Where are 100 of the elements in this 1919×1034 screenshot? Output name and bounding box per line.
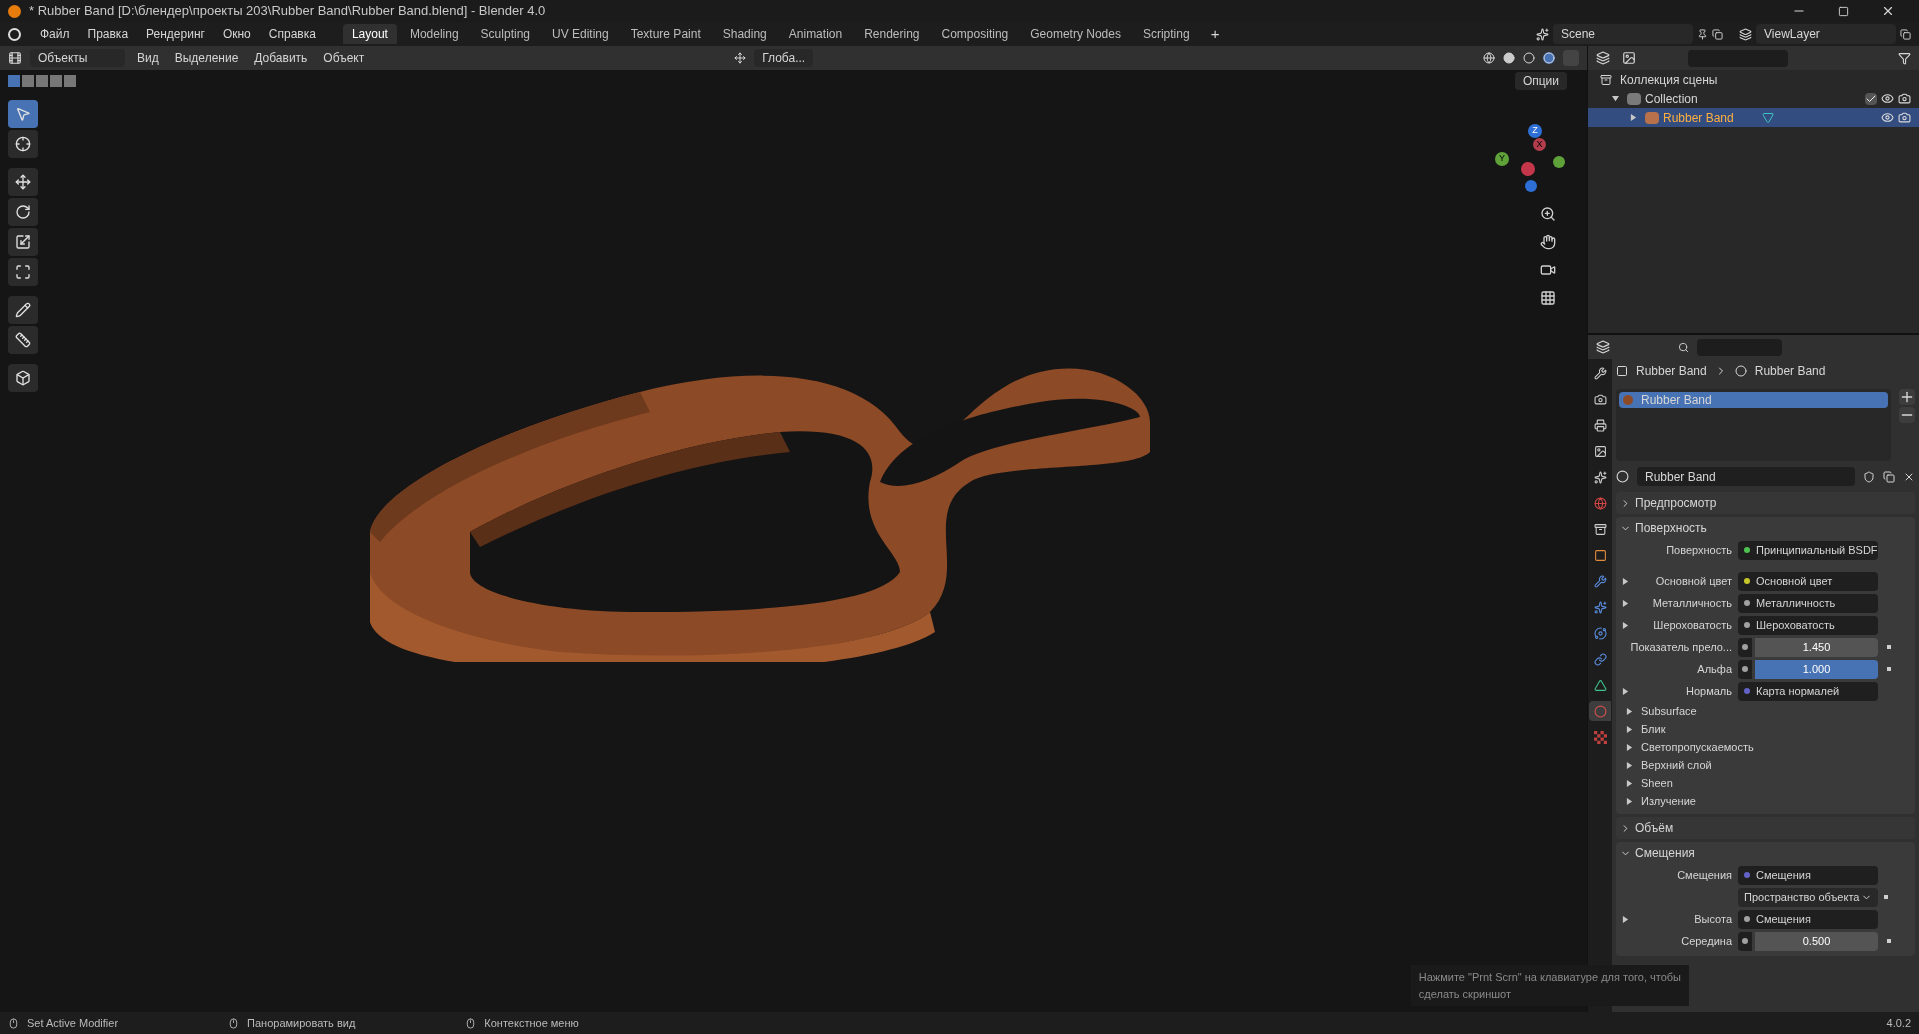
editor-type-icon[interactable] bbox=[8, 51, 22, 65]
editor-type-icon[interactable] bbox=[1596, 340, 1610, 354]
transform-tool-button[interactable] bbox=[8, 258, 38, 286]
subpanel-label[interactable]: Верхний слой bbox=[1641, 756, 1712, 774]
rendered-shading-icon[interactable] bbox=[1543, 52, 1555, 64]
add-workspace-button[interactable]: + bbox=[1202, 22, 1228, 46]
pencil-tool-button[interactable] bbox=[8, 296, 38, 324]
subpanel-label[interactable]: Блик bbox=[1641, 720, 1666, 738]
expand-arrow-icon[interactable] bbox=[1626, 797, 1633, 805]
expand-arrow-icon[interactable] bbox=[1626, 779, 1633, 787]
outliner-item-name[interactable]: Коллекция сцены bbox=[1620, 70, 1718, 89]
move-tool-button[interactable] bbox=[8, 168, 38, 196]
dropdown[interactable]: Пространство объекта bbox=[1738, 887, 1878, 907]
slider-field[interactable]: 1.000 bbox=[1755, 659, 1878, 679]
display-mode-icon[interactable] bbox=[1596, 51, 1610, 65]
pin-icon[interactable] bbox=[1697, 28, 1708, 40]
expand-arrow-icon[interactable] bbox=[1626, 761, 1633, 769]
view-layer-field[interactable]: ViewLayer bbox=[1756, 24, 1896, 44]
collapse-arrow-icon[interactable] bbox=[1612, 95, 1619, 102]
duplicate-icon[interactable] bbox=[1883, 470, 1895, 483]
search-icon[interactable] bbox=[1678, 341, 1689, 353]
subpanel-label[interactable]: Subsurface bbox=[1641, 702, 1697, 720]
scale-tool-button[interactable] bbox=[8, 228, 38, 256]
socket-field[interactable]: Металличность bbox=[1738, 593, 1878, 613]
wireframe-icon[interactable] bbox=[1483, 52, 1495, 64]
outliner-item-name[interactable]: Collection bbox=[1645, 89, 1698, 108]
expand-arrow-icon[interactable] bbox=[1626, 743, 1633, 751]
scene-icon[interactable] bbox=[1536, 27, 1549, 41]
hand-icon[interactable] bbox=[1540, 234, 1556, 250]
workspace-tab[interactable]: Shading bbox=[713, 24, 776, 44]
mode-selector[interactable]: Объекты bbox=[30, 49, 125, 67]
zoom-icon[interactable] bbox=[1540, 206, 1556, 222]
subpanel-label[interactable]: Излучение bbox=[1641, 792, 1696, 810]
render-icon[interactable] bbox=[1898, 92, 1911, 105]
socket-field[interactable]: Шероховатость bbox=[1738, 615, 1878, 635]
expand-arrow-icon[interactable] bbox=[1621, 621, 1629, 629]
socket-button[interactable] bbox=[1738, 637, 1752, 657]
workspace-tab[interactable]: Rendering bbox=[855, 24, 929, 44]
material-name-field[interactable]: Rubber Band bbox=[1637, 467, 1855, 486]
ruler-tool-button[interactable] bbox=[8, 326, 38, 354]
panel-header[interactable]: Предпросмотр bbox=[1616, 492, 1915, 514]
socket-field[interactable]: Карта нормалей bbox=[1738, 681, 1878, 701]
workspace-tab[interactable]: UV Editing bbox=[543, 24, 618, 44]
socket-field[interactable]: Смещения bbox=[1738, 865, 1878, 885]
restore-button[interactable] bbox=[1838, 5, 1849, 17]
expand-arrow-icon[interactable] bbox=[1626, 707, 1633, 715]
camera-icon[interactable] bbox=[1540, 262, 1556, 278]
blender-logo-icon[interactable] bbox=[8, 27, 21, 41]
panel-header[interactable]: Смещения bbox=[1616, 842, 1915, 864]
options-button[interactable]: Опции bbox=[1514, 72, 1567, 90]
expand-arrow-icon[interactable] bbox=[1621, 599, 1629, 607]
outliner-row[interactable]: Rubber Band bbox=[1588, 108, 1919, 127]
socket-button[interactable] bbox=[1738, 659, 1752, 679]
menu-item[interactable]: Объект bbox=[319, 49, 369, 67]
outliner-item-name[interactable]: Rubber Band bbox=[1663, 108, 1734, 127]
cube-tool-button[interactable] bbox=[8, 364, 38, 392]
number-field[interactable]: 0.500 bbox=[1755, 931, 1878, 951]
subpanel-label[interactable]: Sheen bbox=[1641, 774, 1673, 792]
workspace-tab[interactable]: Sculpting bbox=[471, 24, 539, 44]
workspace-tab[interactable]: Animation bbox=[779, 24, 852, 44]
workspace-tab[interactable]: Texture Paint bbox=[621, 24, 710, 44]
scene-field[interactable]: Scene bbox=[1553, 24, 1693, 44]
socket-field[interactable]: Смещения bbox=[1738, 909, 1878, 929]
workspace-tab[interactable]: Modeling bbox=[400, 24, 468, 44]
x-axis-handle[interactable]: X bbox=[1533, 138, 1546, 151]
material-browse-icon[interactable] bbox=[1616, 470, 1629, 483]
expand-arrow-icon[interactable] bbox=[1621, 687, 1629, 695]
workspace-tab[interactable]: Scripting bbox=[1133, 24, 1199, 44]
menu-item[interactable]: Добавить bbox=[250, 49, 312, 67]
menu-item[interactable]: Рендеринг bbox=[139, 25, 212, 43]
socket-field[interactable]: Основной цвет bbox=[1738, 571, 1878, 591]
menu-item[interactable]: Выделение bbox=[170, 49, 243, 67]
render-icon[interactable] bbox=[1898, 111, 1911, 124]
socket-button[interactable] bbox=[1738, 931, 1752, 951]
panel-header[interactable]: Поверхность bbox=[1616, 517, 1915, 539]
number-field[interactable]: 1.450 bbox=[1755, 637, 1878, 657]
copy-icon[interactable] bbox=[1712, 28, 1723, 40]
menu-item[interactable]: Справка bbox=[261, 25, 323, 43]
expand-arrow-icon[interactable] bbox=[1626, 725, 1633, 733]
material-tab[interactable] bbox=[1589, 701, 1611, 721]
orientation-icon[interactable] bbox=[734, 52, 747, 64]
crosshair-tool-button[interactable] bbox=[8, 130, 38, 158]
menu-item[interactable]: Вид bbox=[133, 49, 163, 67]
grid-icon[interactable] bbox=[1540, 290, 1556, 306]
workspace-tab[interactable]: Compositing bbox=[932, 24, 1018, 44]
outliner-row[interactable]: Collection bbox=[1588, 89, 1919, 108]
close-button[interactable] bbox=[1881, 4, 1895, 18]
solid-shading-icon[interactable] bbox=[1503, 52, 1515, 64]
copy-icon[interactable] bbox=[1900, 28, 1911, 40]
workspace-tab[interactable]: Geometry Nodes bbox=[1021, 24, 1130, 44]
socket-field[interactable]: Принципиальный BSDF bbox=[1738, 540, 1878, 560]
image-icon[interactable] bbox=[1622, 51, 1636, 65]
visibility-icon[interactable] bbox=[1881, 92, 1894, 105]
subpanel-label[interactable]: Светопропускаемость bbox=[1641, 738, 1754, 756]
filter-icon[interactable] bbox=[1898, 51, 1911, 65]
layers-icon[interactable] bbox=[1739, 27, 1752, 41]
workspace-tab[interactable]: Layout bbox=[342, 24, 397, 44]
remove-slot-button[interactable] bbox=[1899, 407, 1915, 423]
menu-item[interactable]: Окно bbox=[215, 25, 258, 43]
expand-arrow-icon[interactable] bbox=[1630, 114, 1637, 121]
